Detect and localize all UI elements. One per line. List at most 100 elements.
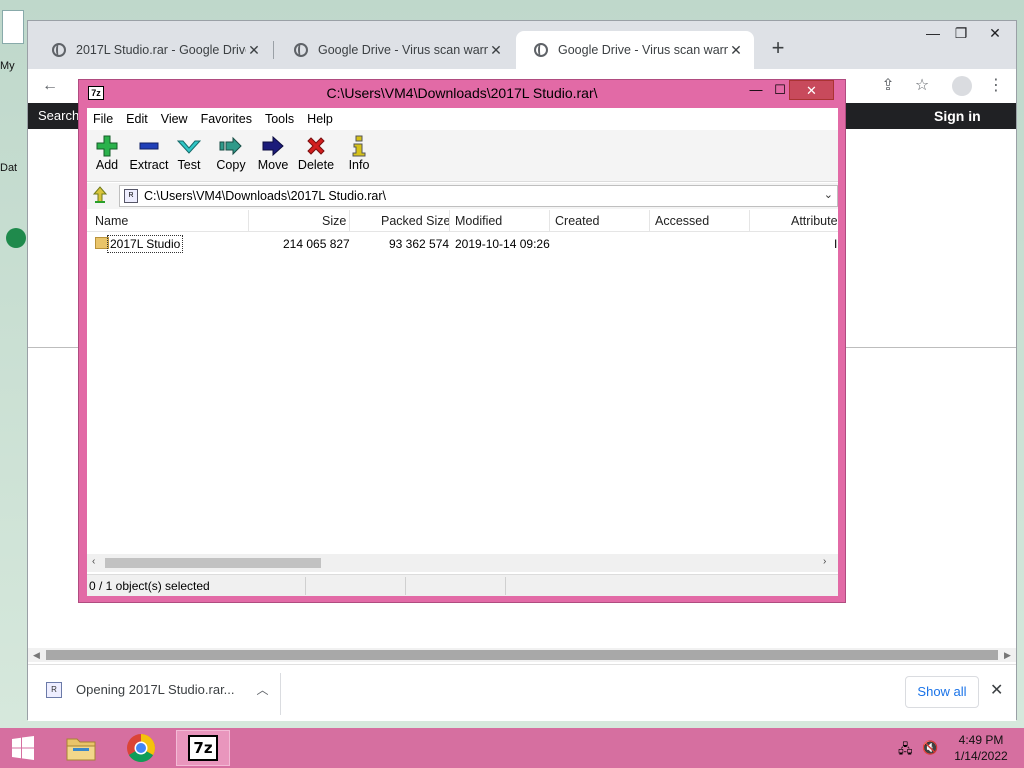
tab-virus-scan-1[interactable]: Google Drive - Virus scan warning ✕ [276, 31, 514, 69]
col-attributes[interactable]: Attribute [791, 214, 838, 228]
page-horizontal-scrollbar[interactable]: ◀ ▶ [28, 648, 1016, 662]
menu-tools[interactable]: Tools [265, 112, 294, 126]
maximize-button[interactable]: ❐ [944, 21, 978, 47]
menu-dots-icon[interactable]: ⋮ [984, 74, 1008, 98]
desktop-icon-my[interactable]: My [0, 10, 24, 72]
desktop-icon-green[interactable] [0, 228, 26, 248]
chevron-up-icon[interactable]: ︿ [257, 681, 269, 698]
column-headers: Name Size Packed Size Modified Created A… [87, 210, 838, 232]
menu-favorites[interactable]: Favorites [201, 112, 252, 126]
col-size[interactable]: Size [322, 214, 346, 228]
move-button[interactable]: Move [253, 134, 293, 172]
volume-muted-icon[interactable]: 🔇 [922, 740, 938, 756]
clock[interactable]: 4:49 PM 1/14/2022 [950, 732, 1012, 764]
col-modified[interactable]: Modified [455, 214, 502, 228]
column-divider[interactable] [248, 210, 249, 232]
address-field[interactable]: R C:\Users\VM4\Downloads\2017L Studio.ra… [119, 185, 838, 207]
share-icon[interactable]: ⇪ [876, 74, 900, 98]
info-icon [339, 134, 379, 158]
download-filename: Opening 2017L Studio.rar... [76, 682, 235, 697]
column-divider[interactable] [549, 210, 550, 232]
minus-icon [129, 134, 169, 158]
info-button[interactable]: Info [339, 134, 379, 172]
scroll-left-icon[interactable]: ‹ [92, 556, 95, 567]
profile-icon[interactable] [950, 74, 974, 98]
scroll-left-icon[interactable]: ◀ [33, 648, 40, 662]
list-horizontal-scrollbar[interactable]: ‹ › [87, 554, 838, 572]
tab-google-drive-rar[interactable]: 2017L Studio.rar - Google Drive ✕ [34, 31, 272, 69]
copy-label: Copy [216, 158, 246, 172]
arrow-right-icon [253, 134, 293, 158]
menu-edit[interactable]: Edit [126, 112, 148, 126]
close-icon[interactable]: ✕ [990, 680, 1003, 700]
delete-label: Delete [297, 158, 335, 172]
desktop-icon-data[interactable]: Dat [0, 118, 24, 174]
close-icon[interactable]: ✕ [246, 42, 262, 59]
download-divider [280, 673, 281, 715]
back-arrow-icon[interactable]: ← [38, 74, 62, 98]
col-created[interactable]: Created [555, 214, 599, 228]
column-divider[interactable] [749, 210, 750, 232]
delete-button[interactable]: Delete [296, 134, 336, 172]
column-divider[interactable] [349, 210, 350, 232]
tab-divider [273, 41, 274, 59]
tab-title: Google Drive - Virus scan warning [558, 43, 728, 57]
file-size: 214 065 827 [283, 237, 350, 251]
sevenzip-client: File Edit View Favorites Tools Help Add … [87, 108, 838, 596]
tab-title: 2017L Studio.rar - Google Drive [76, 43, 246, 57]
menu-help[interactable]: Help [307, 112, 333, 126]
star-icon[interactable]: ☆ [910, 74, 934, 98]
network-icon[interactable]: 🖧 [898, 740, 913, 762]
new-tab-button[interactable]: + [766, 35, 790, 61]
scroll-thumb[interactable] [105, 558, 321, 568]
folder-up-icon[interactable] [92, 186, 108, 204]
chrome-icon [127, 734, 155, 762]
window-close-button[interactable]: ✕ [978, 21, 1012, 47]
chevron-down-icon[interactable]: ⌄ [824, 188, 833, 201]
download-bar: R Opening 2017L Studio.rar... ︿ Show all… [28, 664, 1016, 721]
scroll-right-icon[interactable]: ▶ [1004, 648, 1011, 662]
minimize-button[interactable]: — [743, 80, 769, 100]
tab-virus-scan-2[interactable]: Google Drive - Virus scan warning ✕ [516, 31, 754, 69]
folder-icon [6, 118, 20, 140]
globe-icon [294, 43, 308, 57]
show-all-button[interactable]: Show all [905, 676, 979, 708]
download-item[interactable]: R Opening 2017L Studio.rar... ︿ [46, 681, 269, 698]
scroll-right-icon[interactable]: › [823, 556, 826, 567]
taskbar-chrome[interactable] [114, 730, 168, 766]
extract-button[interactable]: Extract [129, 134, 169, 172]
globe-icon [534, 43, 548, 57]
file-packed-size: 93 362 574 [389, 237, 450, 251]
column-divider[interactable] [649, 210, 650, 232]
tab-title: Google Drive - Virus scan warning [318, 43, 488, 57]
col-name[interactable]: Name [95, 214, 128, 228]
close-icon[interactable]: ✕ [728, 42, 744, 59]
start-button[interactable] [0, 730, 46, 766]
menu-file[interactable]: File [93, 112, 113, 126]
selection-status: 0 / 1 object(s) selected [89, 579, 210, 593]
window-title: C:\Users\VM4\Downloads\2017L Studio.rar\ [326, 85, 598, 101]
sevenzip-toolbar: Add Extract Test Copy Move Delete Info [87, 130, 838, 182]
status-bar: 0 / 1 object(s) selected [87, 574, 838, 596]
table-row[interactable]: 2017L Studio 214 065 827 93 362 574 2019… [87, 234, 838, 254]
file-name[interactable]: 2017L Studio [107, 235, 184, 253]
add-button[interactable]: Add [87, 134, 127, 172]
sevenzip-titlebar[interactable]: 7z C:\Users\VM4\Downloads\2017L Studio.r… [79, 80, 845, 106]
sevenzip-window: 7z C:\Users\VM4\Downloads\2017L Studio.r… [78, 79, 846, 603]
address-path: C:\Users\VM4\Downloads\2017L Studio.rar\ [144, 189, 387, 203]
close-icon[interactable]: ✕ [488, 42, 504, 59]
menu-bar: File Edit View Favorites Tools Help [87, 108, 838, 130]
test-button[interactable]: Test [169, 134, 209, 172]
taskbar-file-explorer[interactable] [54, 730, 108, 766]
maximize-button[interactable]: ☐ [769, 80, 791, 100]
sign-in-button[interactable]: Sign in [934, 108, 981, 124]
taskbar-7zip[interactable]: 7z [176, 730, 230, 766]
window-close-button[interactable]: ✕ [789, 80, 834, 100]
col-packed-size[interactable]: Packed Size [381, 214, 450, 228]
menu-view[interactable]: View [161, 112, 188, 126]
col-accessed[interactable]: Accessed [655, 214, 709, 228]
copy-button[interactable]: Copy [211, 134, 251, 172]
column-divider[interactable] [449, 210, 450, 232]
search-label[interactable]: Search [38, 108, 79, 123]
scroll-thumb[interactable] [46, 650, 998, 660]
